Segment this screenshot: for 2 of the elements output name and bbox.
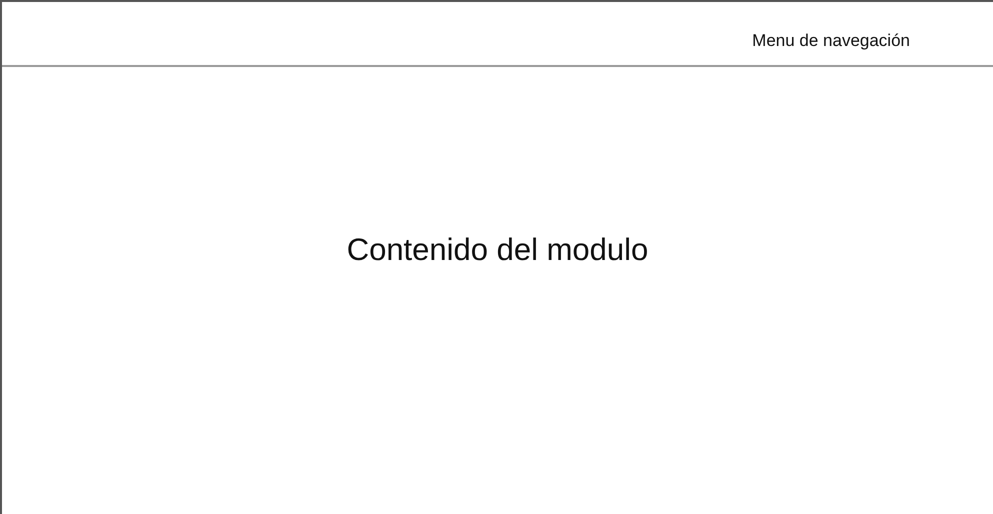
navigation-menu-label[interactable]: Menu de navegación (752, 28, 910, 53)
module-content-text: Contenido del modulo (346, 231, 648, 269)
